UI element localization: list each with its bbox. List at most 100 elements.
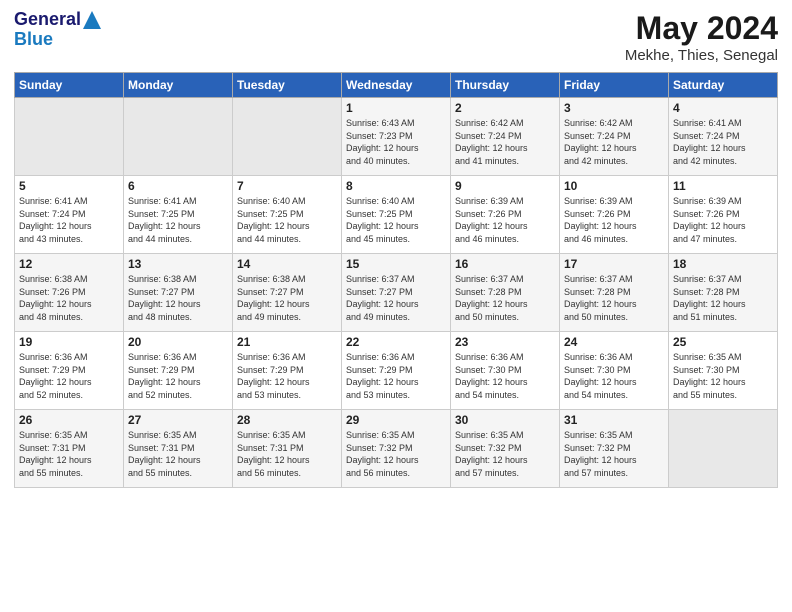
day-info: Sunrise: 6:35 AM Sunset: 7:31 PM Dayligh… [19, 429, 119, 479]
day-info: Sunrise: 6:35 AM Sunset: 7:32 PM Dayligh… [564, 429, 664, 479]
day-info: Sunrise: 6:39 AM Sunset: 7:26 PM Dayligh… [564, 195, 664, 245]
calendar-cell: 9 Sunrise: 6:39 AM Sunset: 7:26 PM Daylig… [451, 176, 560, 254]
day-number: 3 [564, 101, 664, 115]
header-row: Sunday Monday Tuesday Wednesday Thursday… [15, 73, 778, 98]
calendar-cell: 12Sunrise: 6:38 AM Sunset: 7:26 PM Dayli… [15, 254, 124, 332]
day-number: 13 [128, 257, 228, 271]
day-info: Sunrise: 6:36 AM Sunset: 7:29 PM Dayligh… [19, 351, 119, 401]
calendar-cell: 28 Sunrise: 6:35 AM Sunset: 7:31 PM Dayli… [233, 410, 342, 488]
day-info: Sunrise: 6:37 AM Sunset: 7:28 PM Dayligh… [455, 273, 555, 323]
day-info: Sunrise: 6:39 AM Sunset: 7:26 PM Dayligh… [673, 195, 773, 245]
calendar-table: Sunday Monday Tuesday Wednesday Thursday… [14, 72, 778, 488]
day-info: Sunrise: 6:42 AM Sunset: 7:24 PM Dayligh… [455, 117, 555, 167]
day-number: 9 [455, 179, 555, 193]
logo: General Blue [14, 10, 101, 50]
calendar-cell: 16 Sunrise: 6:37 AM Sunset: 7:28 PM Dayli… [451, 254, 560, 332]
col-monday: Monday [124, 73, 233, 98]
calendar-week-2: 12Sunrise: 6:38 AM Sunset: 7:26 PM Dayli… [15, 254, 778, 332]
day-number: 5 [19, 179, 119, 193]
day-number: 2 [455, 101, 555, 115]
day-info: Sunrise: 6:39 AM Sunset: 7:26 PM Dayligh… [455, 195, 555, 245]
calendar-cell [124, 98, 233, 176]
day-number: 12 [19, 257, 119, 271]
calendar-cell: 24 Sunrise: 6:36 AM Sunset: 7:30 PM Dayli… [560, 332, 669, 410]
day-number: 10 [564, 179, 664, 193]
col-friday: Friday [560, 73, 669, 98]
day-number: 29 [346, 413, 446, 427]
calendar-cell: 26 Sunrise: 6:35 AM Sunset: 7:31 PM Dayli… [15, 410, 124, 488]
calendar-cell: 5 Sunrise: 6:41 AM Sunset: 7:24 PM Daylig… [15, 176, 124, 254]
day-number: 19 [19, 335, 119, 349]
day-number: 7 [237, 179, 337, 193]
day-number: 25 [673, 335, 773, 349]
col-wednesday: Wednesday [342, 73, 451, 98]
day-number: 4 [673, 101, 773, 115]
day-number: 22 [346, 335, 446, 349]
day-number: 18 [673, 257, 773, 271]
day-info: Sunrise: 6:37 AM Sunset: 7:28 PM Dayligh… [564, 273, 664, 323]
title-block: May 2024 Mekhe, Thies, Senegal [625, 10, 778, 64]
day-number: 11 [673, 179, 773, 193]
col-sunday: Sunday [15, 73, 124, 98]
calendar-week-4: 26 Sunrise: 6:35 AM Sunset: 7:31 PM Dayli… [15, 410, 778, 488]
day-number: 14 [237, 257, 337, 271]
day-number: 16 [455, 257, 555, 271]
day-info: Sunrise: 6:42 AM Sunset: 7:24 PM Dayligh… [564, 117, 664, 167]
col-tuesday: Tuesday [233, 73, 342, 98]
header: General Blue May 2024 Mekhe, Thies, Sene… [14, 10, 778, 64]
day-info: Sunrise: 6:43 AM Sunset: 7:23 PM Dayligh… [346, 117, 446, 167]
col-saturday: Saturday [669, 73, 778, 98]
calendar-cell: 10 Sunrise: 6:39 AM Sunset: 7:26 PM Dayli… [560, 176, 669, 254]
day-number: 21 [237, 335, 337, 349]
calendar-cell: 17Sunrise: 6:37 AM Sunset: 7:28 PM Dayli… [560, 254, 669, 332]
calendar-cell: 7 Sunrise: 6:40 AM Sunset: 7:25 PM Daylig… [233, 176, 342, 254]
location-subtitle: Mekhe, Thies, Senegal [625, 47, 778, 64]
day-info: Sunrise: 6:35 AM Sunset: 7:30 PM Dayligh… [673, 351, 773, 401]
day-info: Sunrise: 6:38 AM Sunset: 7:27 PM Dayligh… [128, 273, 228, 323]
day-number: 26 [19, 413, 119, 427]
calendar-cell: 8Sunrise: 6:40 AM Sunset: 7:25 PM Daylig… [342, 176, 451, 254]
calendar-cell: 18Sunrise: 6:37 AM Sunset: 7:28 PM Dayli… [669, 254, 778, 332]
day-number: 15 [346, 257, 446, 271]
day-info: Sunrise: 6:41 AM Sunset: 7:25 PM Dayligh… [128, 195, 228, 245]
calendar-cell: 30Sunrise: 6:35 AM Sunset: 7:32 PM Dayli… [451, 410, 560, 488]
calendar-week-1: 5 Sunrise: 6:41 AM Sunset: 7:24 PM Daylig… [15, 176, 778, 254]
day-info: Sunrise: 6:41 AM Sunset: 7:24 PM Dayligh… [19, 195, 119, 245]
col-thursday: Thursday [451, 73, 560, 98]
calendar-cell: 4 Sunrise: 6:41 AM Sunset: 7:24 PM Daylig… [669, 98, 778, 176]
calendar-cell: 11 Sunrise: 6:39 AM Sunset: 7:26 PM Dayli… [669, 176, 778, 254]
calendar-cell: 2 Sunrise: 6:42 AM Sunset: 7:24 PM Daylig… [451, 98, 560, 176]
calendar-page: General Blue May 2024 Mekhe, Thies, Sene… [0, 0, 792, 612]
calendar-week-0: 1 Sunrise: 6:43 AM Sunset: 7:23 PM Daylig… [15, 98, 778, 176]
day-number: 28 [237, 413, 337, 427]
calendar-cell: 14 Sunrise: 6:38 AM Sunset: 7:27 PM Dayli… [233, 254, 342, 332]
day-info: Sunrise: 6:40 AM Sunset: 7:25 PM Dayligh… [237, 195, 337, 245]
calendar-week-3: 19 Sunrise: 6:36 AM Sunset: 7:29 PM Dayli… [15, 332, 778, 410]
day-info: Sunrise: 6:36 AM Sunset: 7:29 PM Dayligh… [237, 351, 337, 401]
calendar-cell: 21 Sunrise: 6:36 AM Sunset: 7:29 PM Dayli… [233, 332, 342, 410]
calendar-cell: 3 Sunrise: 6:42 AM Sunset: 7:24 PM Daylig… [560, 98, 669, 176]
calendar-cell: 27 Sunrise: 6:35 AM Sunset: 7:31 PM Dayli… [124, 410, 233, 488]
day-info: Sunrise: 6:35 AM Sunset: 7:31 PM Dayligh… [237, 429, 337, 479]
calendar-cell [15, 98, 124, 176]
day-info: Sunrise: 6:41 AM Sunset: 7:24 PM Dayligh… [673, 117, 773, 167]
day-number: 6 [128, 179, 228, 193]
day-info: Sunrise: 6:36 AM Sunset: 7:29 PM Dayligh… [128, 351, 228, 401]
day-info: Sunrise: 6:36 AM Sunset: 7:30 PM Dayligh… [564, 351, 664, 401]
day-info: Sunrise: 6:37 AM Sunset: 7:27 PM Dayligh… [346, 273, 446, 323]
calendar-cell: 29 Sunrise: 6:35 AM Sunset: 7:32 PM Dayli… [342, 410, 451, 488]
month-title: May 2024 [625, 10, 778, 47]
day-info: Sunrise: 6:35 AM Sunset: 7:31 PM Dayligh… [128, 429, 228, 479]
calendar-cell: 23Sunrise: 6:36 AM Sunset: 7:30 PM Dayli… [451, 332, 560, 410]
day-info: Sunrise: 6:38 AM Sunset: 7:27 PM Dayligh… [237, 273, 337, 323]
calendar-cell: 22Sunrise: 6:36 AM Sunset: 7:29 PM Dayli… [342, 332, 451, 410]
calendar-cell [233, 98, 342, 176]
day-number: 1 [346, 101, 446, 115]
calendar-cell: 25 Sunrise: 6:35 AM Sunset: 7:30 PM Dayli… [669, 332, 778, 410]
day-number: 27 [128, 413, 228, 427]
day-number: 24 [564, 335, 664, 349]
day-info: Sunrise: 6:35 AM Sunset: 7:32 PM Dayligh… [346, 429, 446, 479]
calendar-cell: 20Sunrise: 6:36 AM Sunset: 7:29 PM Dayli… [124, 332, 233, 410]
calendar-cell: 31Sunrise: 6:35 AM Sunset: 7:32 PM Dayli… [560, 410, 669, 488]
calendar-cell: 13 Sunrise: 6:38 AM Sunset: 7:27 PM Dayli… [124, 254, 233, 332]
